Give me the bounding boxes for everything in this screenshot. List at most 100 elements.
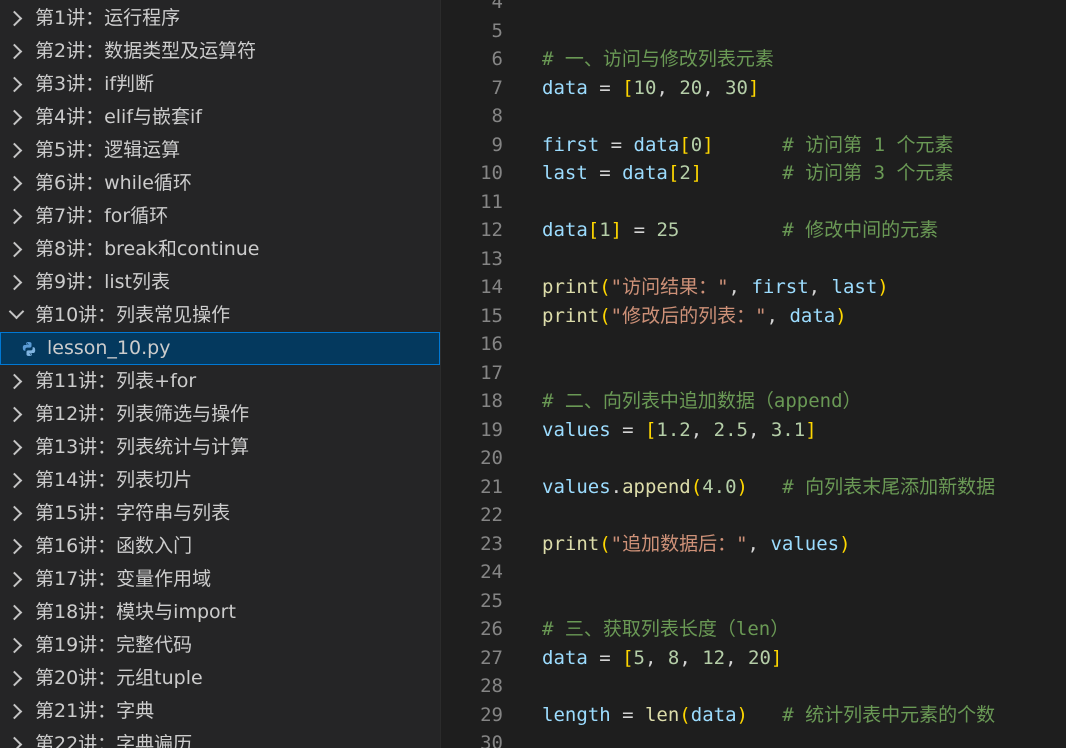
code-editor[interactable]: 4 5 6 # 一、访问与修改列表元素 7 data = [10, 20, 30] 8 9 fi… [441, 0, 1066, 748]
folder-label: 第11讲：列表+for [35, 370, 197, 392]
folder-item[interactable]: 第16讲：函数入门 [0, 530, 440, 563]
code-line[interactable]: 9 first = data[0] # 访问第 1 个元素 [441, 131, 1066, 160]
chevron-right-icon[interactable] [6, 175, 23, 192]
chevron-right-icon[interactable] [6, 43, 23, 60]
chevron-right-icon[interactable] [6, 637, 23, 654]
folder-item[interactable]: 第3讲：if判断 [0, 68, 440, 101]
chevron-right-icon[interactable] [6, 736, 23, 748]
chevron-right-icon[interactable] [6, 670, 23, 687]
code-token: 2.5 [713, 418, 748, 441]
code-line[interactable]: 18 # 二、向列表中追加数据（append） [441, 387, 1066, 416]
chevron-right-icon[interactable] [6, 505, 23, 522]
code-token: , [766, 304, 790, 327]
code-token: [ [644, 418, 657, 441]
folder-item[interactable]: 第13讲：列表统计与计算 [0, 431, 440, 464]
chevron-right-icon[interactable] [6, 406, 23, 423]
code-line[interactable]: 5 [441, 17, 1066, 46]
code-token: [ [622, 76, 634, 99]
code-line[interactable]: 16 [441, 330, 1066, 359]
folder-item[interactable]: 第2讲：数据类型及运算符 [0, 35, 440, 68]
code-token: data [789, 304, 836, 327]
folder-item[interactable]: 第5讲：逻辑运算 [0, 134, 440, 167]
folder-item[interactable]: 第19讲：完整代码 [0, 629, 440, 662]
code-line[interactable]: 30 [441, 729, 1066, 748]
code-line[interactable]: 20 [441, 444, 1066, 473]
chevron-right-icon[interactable] [6, 208, 23, 225]
line-number: 30 [480, 732, 503, 748]
code-line[interactable]: 26 # 三、获取列表长度（len） [441, 615, 1066, 644]
code-line[interactable]: 12 data[1] = 25 # 修改中间的元素 [441, 216, 1066, 245]
code-token: # 访问第 3 个元素 [782, 162, 954, 184]
line-number: 7 [491, 76, 503, 99]
code-token: first [751, 276, 809, 298]
chevron-right-icon[interactable] [6, 373, 23, 390]
folder-item[interactable]: 第11讲：列表+for [0, 365, 440, 398]
folder-item[interactable]: 第15讲：字符串与列表 [0, 497, 440, 530]
code-line[interactable]: 6 # 一、访问与修改列表元素 [441, 45, 1066, 74]
folder-item[interactable]: 第21讲：字典 [0, 695, 440, 728]
code-token: , [702, 76, 726, 99]
code-token: 20 [748, 646, 771, 669]
folder-item[interactable]: 第14讲：列表切片 [0, 464, 440, 497]
folder-item[interactable]: 第22讲：字典遍历 [0, 728, 440, 748]
folder-item[interactable]: 第12讲：列表筛选与操作 [0, 398, 440, 431]
code-line[interactable]: 28 [441, 672, 1066, 701]
code-line[interactable]: 19 values = [1.2, 2.5, 3.1] [441, 416, 1066, 445]
chevron-right-icon[interactable] [6, 142, 23, 159]
code-line[interactable]: 7 data = [10, 20, 30] [441, 74, 1066, 103]
code-line[interactable]: 29 length = len(data) # 统计列表中元素的个数 [441, 701, 1066, 730]
code-line[interactable]: 25 [441, 587, 1066, 616]
code-line[interactable]: 24 [441, 558, 1066, 587]
folder-item[interactable]: 第6讲：while循环 [0, 167, 440, 200]
code-token: 1.2 [656, 418, 691, 441]
code-token: data [542, 646, 588, 669]
line-number: 28 [480, 675, 503, 697]
folder-item[interactable]: 第7讲：for循环 [0, 200, 440, 233]
folder-item[interactable]: 第20讲：元组tuple [0, 662, 440, 695]
chevron-right-icon[interactable] [6, 241, 23, 258]
code-token: values [542, 418, 611, 441]
code-token: 20 [679, 76, 703, 99]
folder-item[interactable]: 第4讲：elif与嵌套if [0, 101, 440, 134]
explorer-sidebar: 第1讲：运行程序第2讲：数据类型及运算符第3讲：if判断 第4讲：elif与嵌套i… [0, 0, 440, 748]
chevron-right-icon[interactable] [6, 109, 23, 126]
chevron-right-icon[interactable] [6, 538, 23, 555]
file-item[interactable]: lesson_10.py [0, 332, 440, 365]
chevron-right-icon[interactable] [6, 472, 23, 489]
code-token: 0 [690, 133, 703, 156]
chevron-right-icon[interactable] [6, 10, 23, 27]
folder-item[interactable]: 第17讲：变量作用域 [0, 563, 440, 596]
folder-item[interactable]: 第10讲：列表常见操作 [0, 299, 440, 332]
code-line[interactable]: 15 print("修改后的列表：", data) [441, 302, 1066, 331]
code-line[interactable]: 27 data = [5, 8, 12, 20] [441, 644, 1066, 673]
code-token: data [542, 219, 588, 241]
folder-label: 第21讲：字典 [35, 700, 155, 722]
chevron-right-icon[interactable] [6, 274, 23, 291]
code-line[interactable]: 10 last = data[2] # 访问第 3 个元素 [441, 159, 1066, 188]
chevron-right-icon[interactable] [6, 604, 23, 621]
folder-item[interactable]: 第1讲：运行程序 [0, 2, 440, 35]
code-token: ] [805, 418, 817, 441]
code-line[interactable]: 21 values.append(4.0) # 向列表末尾添加新数据 [441, 473, 1066, 502]
folder-label: 第2讲：数据类型及运算符 [35, 40, 257, 62]
chevron-down-icon[interactable] [8, 303, 25, 320]
code-line[interactable]: 11 [441, 188, 1066, 217]
code-line[interactable]: 4 [441, 0, 1066, 17]
chevron-right-icon[interactable] [6, 76, 23, 93]
code-token: print [542, 304, 600, 327]
code-line[interactable]: 13 [441, 245, 1066, 274]
code-line[interactable]: 8 [441, 102, 1066, 131]
folder-item[interactable]: 第9讲：list列表 [0, 266, 440, 299]
code-text: print("访问结果：", first, last) [542, 273, 889, 302]
code-line[interactable]: 22 [441, 501, 1066, 530]
chevron-right-icon[interactable] [6, 439, 23, 456]
code-line[interactable]: 14 print("访问结果：", first, last) [441, 273, 1066, 302]
folder-item[interactable]: 第8讲：break和continue [0, 233, 440, 266]
code-line[interactable]: 23 print("追加数据后：", values) [441, 530, 1066, 559]
code-token: , [690, 418, 714, 441]
chevron-right-icon[interactable] [6, 703, 23, 720]
chevron-right-icon[interactable] [6, 571, 23, 588]
folder-label: 第15讲：字符串与列表 [35, 502, 231, 524]
folder-item[interactable]: 第18讲：模块与import [0, 596, 440, 629]
code-line[interactable]: 17 [441, 359, 1066, 388]
